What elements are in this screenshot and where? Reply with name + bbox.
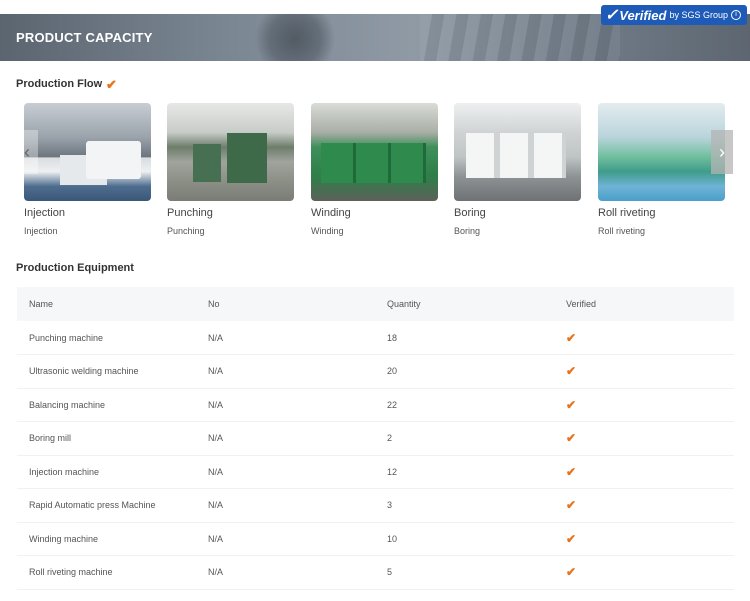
table-row: Balancing machine N/A 22 ✔ — [17, 388, 734, 422]
chevron-left-icon: ‹ — [24, 141, 30, 162]
equipment-table: Name No Quantity Verified Punching machi… — [17, 287, 734, 590]
verified-check-icon: ✓ — [604, 7, 619, 24]
cell-quantity: 22 — [375, 388, 554, 422]
flow-image-injection — [24, 103, 151, 201]
flow-card-winding[interactable]: Winding Winding — [311, 103, 438, 236]
table-row: Ultrasonic welding machine N/A 20 ✔ — [17, 354, 734, 389]
verified-check-icon: ✔ — [554, 421, 734, 456]
cell-quantity: 12 — [375, 455, 554, 489]
header-name: Name — [17, 287, 196, 321]
production-flow-carousel: Injection Injection Punching Punching Wi… — [16, 103, 734, 243]
verified-check-icon: ✔ — [554, 522, 734, 556]
header-quantity: Quantity — [375, 287, 554, 321]
cell-no: N/A — [196, 555, 375, 590]
cell-quantity: 10 — [375, 522, 554, 556]
flow-card-sublabel: Injection — [24, 226, 58, 236]
cell-no: N/A — [196, 421, 375, 456]
flow-card-label: Punching — [167, 207, 213, 219]
verified-check-icon: ✔ — [554, 354, 734, 389]
production-flow-title: Production Flow — [16, 78, 103, 90]
flow-card-injection[interactable]: Injection Injection — [24, 103, 151, 236]
cell-no: N/A — [196, 455, 375, 489]
cell-quantity: 18 — [375, 321, 554, 355]
cell-no: N/A — [196, 488, 375, 523]
cell-name: Injection machine — [17, 455, 196, 489]
flow-card-roll-riveting[interactable]: Roll riveting Roll riveting — [598, 103, 725, 236]
cell-quantity: 2 — [375, 421, 554, 456]
flow-card-label: Boring — [454, 207, 486, 219]
cell-no: N/A — [196, 522, 375, 556]
production-equipment-title: Production Equipment — [16, 262, 134, 274]
flow-card-label: Roll riveting — [598, 207, 656, 219]
flow-image-boring — [454, 103, 581, 201]
table-header-row: Name No Quantity Verified — [17, 287, 734, 321]
flow-image-punching — [167, 103, 294, 201]
cell-no: N/A — [196, 388, 375, 422]
flow-card-sublabel: Punching — [167, 226, 205, 236]
cell-name: Rapid Automatic press Machine — [17, 488, 196, 523]
header-verified: Verified — [554, 287, 734, 321]
header-no: No — [196, 287, 375, 321]
verified-check-icon: ✔ — [554, 488, 734, 523]
flow-card-punching[interactable]: Punching Punching — [167, 103, 294, 236]
table-row: Boring mill N/A 2 ✔ — [17, 421, 734, 456]
flow-card-boring[interactable]: Boring Boring — [454, 103, 581, 236]
verified-check-icon: ✔ — [554, 321, 734, 355]
cell-name: Ultrasonic welding machine — [17, 354, 196, 389]
verified-by-label: by SGS Group — [669, 10, 728, 20]
cell-no: N/A — [196, 354, 375, 389]
chevron-right-icon: › — [719, 141, 725, 162]
verified-label: Verified — [619, 7, 667, 23]
flow-image-winding — [311, 103, 438, 201]
cell-name: Balancing machine — [17, 388, 196, 422]
cell-no: N/A — [196, 321, 375, 355]
verified-check-icon: ✔ — [554, 388, 734, 422]
check-icon: ✔ — [106, 77, 117, 92]
page-title: PRODUCT CAPACITY — [16, 30, 153, 45]
cell-name: Boring mill — [17, 421, 196, 456]
cell-quantity: 3 — [375, 488, 554, 523]
flow-card-label: Injection — [24, 207, 65, 219]
cell-quantity: 20 — [375, 354, 554, 389]
table-row: Rapid Automatic press Machine N/A 3 ✔ — [17, 488, 734, 523]
flow-card-sublabel: Winding — [311, 226, 344, 236]
verified-check-icon: ✔ — [554, 455, 734, 489]
verified-check-icon: ✔ — [554, 555, 734, 590]
product-capacity-page: PRODUCT CAPACITY ✓ Verified by SGS Group… — [0, 0, 750, 601]
info-icon[interactable]: i — [731, 10, 741, 20]
sgs-verified-badge[interactable]: ✓ Verified by SGS Group i — [600, 5, 747, 25]
flow-card-sublabel: Roll riveting — [598, 226, 646, 236]
flow-card-sublabel: Boring — [454, 226, 481, 236]
carousel-prev-button[interactable]: ‹ — [16, 130, 38, 174]
cell-quantity: 5 — [375, 555, 554, 590]
flow-card-label: Winding — [311, 207, 351, 219]
carousel-next-button[interactable]: › — [711, 130, 733, 174]
table-row: Winding machine N/A 10 ✔ — [17, 522, 734, 556]
flow-image-roll-riveting — [598, 103, 725, 201]
table-row: Punching machine N/A 18 ✔ — [17, 321, 734, 355]
table-row: Injection machine N/A 12 ✔ — [17, 455, 734, 489]
cell-name: Punching machine — [17, 321, 196, 355]
table-row: Roll riveting machine N/A 5 ✔ — [17, 555, 734, 590]
cell-name: Roll riveting machine — [17, 555, 196, 590]
cell-name: Winding machine — [17, 522, 196, 556]
